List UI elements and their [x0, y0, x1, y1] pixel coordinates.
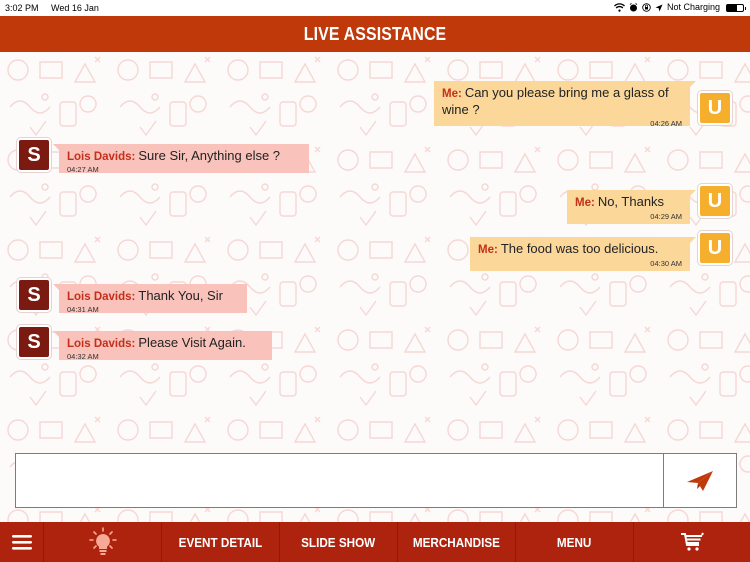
message-text: No, Thanks: [597, 194, 665, 209]
message-sender: Lois Davids:: [67, 338, 136, 350]
battery-icon: [726, 3, 746, 12]
chat-area[interactable]: Me: Can you please bring me a glass of wi…: [0, 52, 750, 522]
avatar: U: [698, 91, 732, 125]
status-date: Wed 16 Jan: [51, 3, 99, 13]
send-button[interactable]: [663, 454, 736, 507]
nav-label: SLIDE SHOW: [301, 534, 376, 550]
nav-label: EVENT DETAIL: [178, 534, 263, 550]
message-time: 04:32 AM: [67, 352, 99, 361]
app-header: LIVE ASSISTANCE: [0, 16, 750, 52]
message-bubble: Me: The food was too delicious. 04:30 AM: [470, 237, 696, 271]
message-sender: Me:: [575, 197, 595, 209]
message-text: The food was too delicious.: [500, 241, 659, 256]
nav-tips[interactable]: [44, 522, 162, 562]
message-composer: [15, 453, 737, 508]
message-bubble: Lois Davids: Thank You, Sir 04:31 AM: [53, 284, 247, 314]
message-text: Can you please bring me a glass of wine …: [442, 85, 669, 117]
hamburger-icon: [11, 535, 32, 550]
message-input[interactable]: [16, 454, 663, 507]
avatar: S: [17, 138, 51, 172]
nav-cart[interactable]: [634, 522, 750, 562]
message-bubble: Lois Davids: Please Visit Again. 04:32 AM: [53, 331, 272, 361]
nav-hamburger[interactable]: [0, 522, 44, 562]
wifi-icon: [614, 3, 625, 12]
page-title: LIVE ASSISTANCE: [303, 23, 447, 44]
message-time: 04:29 AM: [650, 212, 682, 221]
nav-merchandise[interactable]: MERCHANDISE: [398, 522, 516, 562]
nav-label: MENU: [557, 534, 592, 550]
message-bubble: Me: No, Thanks 04:29 AM: [567, 190, 696, 224]
battery-level: [727, 4, 737, 11]
nav-label: MERCHANDISE: [412, 534, 501, 550]
chat-message: Me: No, Thanks 04:29 AM U: [567, 184, 732, 224]
message-bubble: Me: Can you please bring me a glass of wi…: [434, 81, 696, 128]
avatar: S: [17, 278, 51, 312]
chat-message: Me: The food was too delicious. 04:30 AM …: [470, 231, 732, 271]
message-time: 04:30 AM: [650, 259, 682, 268]
location-icon: [655, 4, 663, 11]
paper-plane-icon: [687, 470, 713, 491]
nav-slide-show[interactable]: SLIDE SHOW: [280, 522, 398, 562]
message-bubble: Lois Davids: Sure Sir, Anything else ? 04…: [53, 144, 309, 174]
message-time: 04:31 AM: [67, 305, 99, 314]
bottom-nav: EVENT DETAIL SLIDE SHOW MERCHANDISE MENU: [0, 522, 750, 562]
rotation-lock-icon: [642, 3, 651, 12]
message-time: 04:26 AM: [650, 119, 682, 128]
message-sender: Lois Davids:: [67, 291, 136, 303]
lightbulb-icon: [88, 527, 117, 555]
avatar: S: [17, 325, 51, 359]
alarm-icon: [629, 3, 638, 12]
avatar: U: [698, 231, 732, 265]
cart-icon: [681, 532, 704, 551]
status-time: 3:02 PM: [5, 3, 39, 13]
chat-message: Me: Can you please bring me a glass of wi…: [434, 81, 732, 128]
message-time: 04:27 AM: [67, 165, 99, 174]
message-sender: Lois Davids:: [67, 151, 136, 163]
message-sender: Me:: [442, 88, 462, 100]
nav-event-detail[interactable]: EVENT DETAIL: [162, 522, 280, 562]
status-bar: 3:02 PM Wed 16 Jan Not Charging: [0, 0, 750, 16]
chat-message: S Lois Davids: Sure Sir, Anything else ? …: [17, 138, 309, 174]
avatar: U: [698, 184, 732, 218]
message-text: Thank You, Sir: [138, 288, 223, 303]
message-sender: Me:: [478, 244, 498, 256]
chat-message: S Lois Davids: Thank You, Sir 04:31 AM: [17, 278, 247, 314]
charging-status: Not Charging: [666, 2, 720, 12]
message-text: Sure Sir, Anything else ?: [138, 148, 281, 163]
message-text: Please Visit Again.: [138, 335, 246, 350]
chat-message: S Lois Davids: Please Visit Again. 04:32 …: [17, 325, 272, 361]
nav-menu[interactable]: MENU: [516, 522, 634, 562]
